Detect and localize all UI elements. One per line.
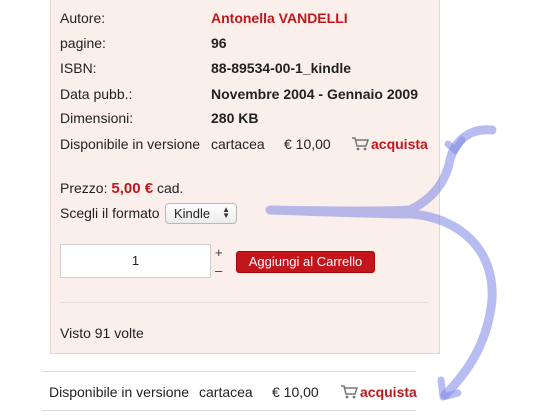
price-value: 5,00 € xyxy=(111,180,154,197)
price-row: Prezzo: 5,00 € cad. xyxy=(60,179,183,198)
size-label: Dimensioni: xyxy=(60,110,134,126)
availability-label-bottom: Disponibile in versione xyxy=(49,384,190,400)
shopping-cart-icon xyxy=(341,385,358,399)
format-label: Scegli il formato xyxy=(60,205,160,221)
availability-type-bottom: cartacea xyxy=(199,384,253,400)
format-select[interactable]: Kindle ▲ ▼ xyxy=(165,203,237,224)
availability-price-bottom: € 10,00 xyxy=(272,384,319,400)
buy-link-label[interactable]: acquista xyxy=(371,136,428,152)
views-count: Visto 91 volte xyxy=(60,325,144,341)
availability-price: € 10,00 xyxy=(284,136,331,152)
pages-label: pagine: xyxy=(60,35,106,51)
annotation-arrowhead-bottom xyxy=(437,376,462,401)
isbn-label: ISBN: xyxy=(60,60,97,76)
publication-date-value: Novembre 2004 - Gennaio 2009 xyxy=(211,86,418,102)
author-value[interactable]: Antonella VANDELLI xyxy=(211,10,348,26)
buy-link-label-bottom[interactable]: acquista xyxy=(360,384,417,400)
quantity-increase-button[interactable]: + xyxy=(215,245,223,260)
isbn-value: 88-89534-00-1_kindle xyxy=(211,60,352,76)
pages-value: 96 xyxy=(211,35,227,51)
author-label: Autore: xyxy=(60,10,106,26)
annotation-arrowhead-top xyxy=(444,136,466,156)
buy-link-bottom[interactable]: acquista xyxy=(340,384,417,400)
panel-divider xyxy=(60,302,428,303)
quantity-input[interactable]: 1 xyxy=(60,244,211,278)
buy-link[interactable]: acquista xyxy=(351,136,428,152)
price-unit: cad. xyxy=(156,180,184,196)
availability-type: cartacea xyxy=(211,136,265,152)
add-to-cart-button[interactable]: Aggiungi al Carrello xyxy=(236,251,375,273)
book-details-panel xyxy=(50,0,440,354)
price-label: Prezzo: xyxy=(60,180,108,196)
bottom-divider-bottom xyxy=(42,410,416,411)
format-selected: Kindle xyxy=(174,206,211,221)
publication-date-label: Data pubb.: xyxy=(60,86,133,102)
bottom-divider-top xyxy=(42,371,416,372)
size-value: 280 KB xyxy=(211,110,259,126)
shopping-cart-icon xyxy=(352,137,369,151)
select-arrows-icon: ▲ ▼ xyxy=(222,205,230,220)
availability-label: Disponibile in versione xyxy=(60,136,201,152)
quantity-decrease-button[interactable]: – xyxy=(215,263,222,278)
